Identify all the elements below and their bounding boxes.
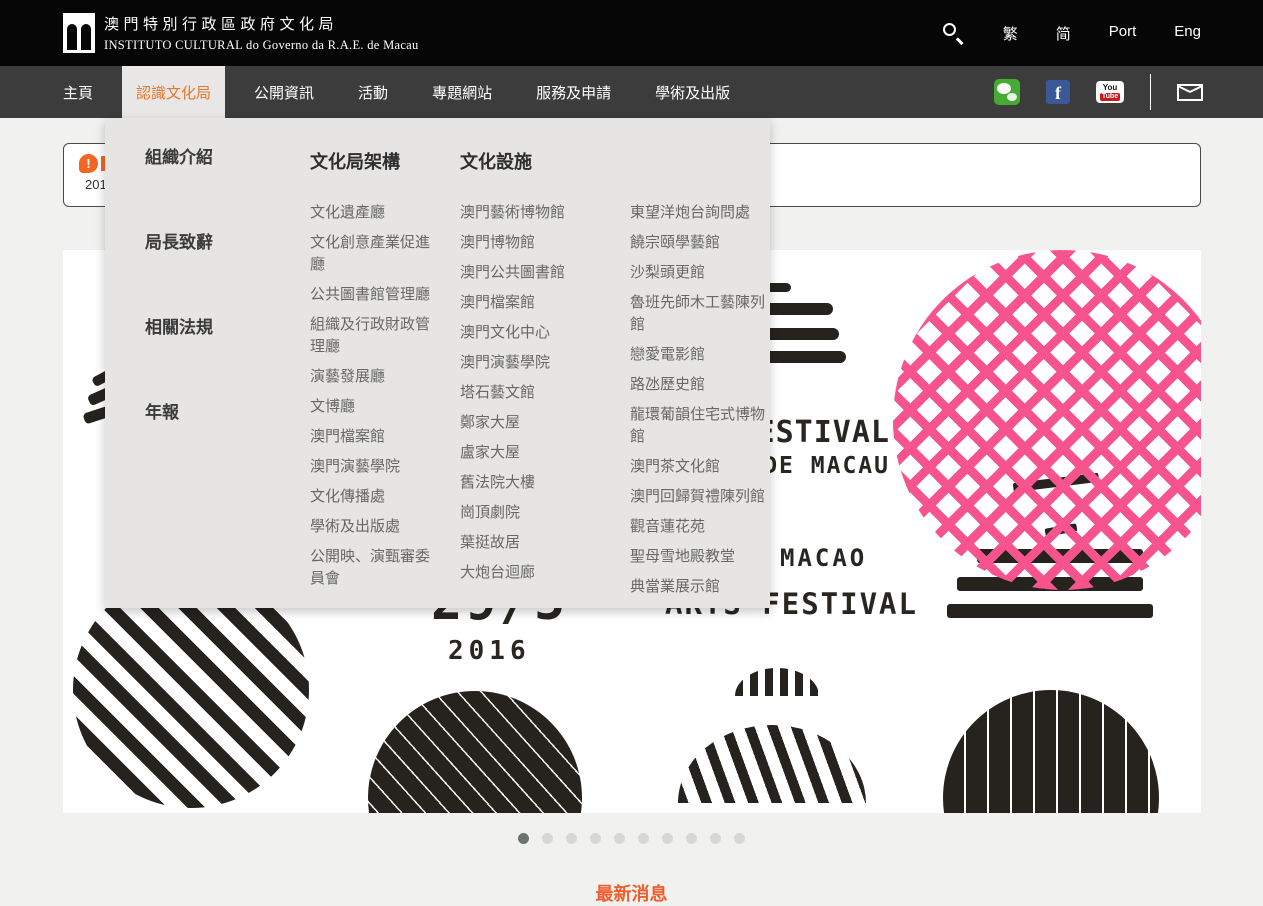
youtube-icon[interactable]: You Tube bbox=[1096, 81, 1124, 103]
logo-arch-icon bbox=[63, 13, 95, 53]
dropdown-item[interactable]: 路氹歷史館 bbox=[630, 374, 768, 396]
dropdown-column-list: 澳門藝術博物館澳門博物館澳門公共圖書館澳門檔案館澳門文化中心澳門演藝學院塔石藝文… bbox=[460, 202, 618, 592]
dropdown-item[interactable]: 聖母雪地殿教堂 bbox=[630, 546, 768, 568]
carousel-dot[interactable] bbox=[710, 833, 721, 844]
vertical-lined-circle bbox=[943, 690, 1159, 813]
nav-menu-item[interactable]: 活動 bbox=[343, 66, 403, 118]
nav-menu: 主頁認識文化局公開資訊活動專題網站服務及申請學術及出版 bbox=[63, 66, 759, 118]
carousel-dot[interactable] bbox=[638, 833, 649, 844]
dropdown-item[interactable]: 澳門檔案館 bbox=[310, 426, 438, 448]
nav-dropdown-menu: 組織介紹局長致辭相關法規年報 文化局架構 文化遺產廳文化創意產業促進廳公共圖書館… bbox=[105, 118, 770, 608]
main-navbar: 主頁認識文化局公開資訊活動專題網站服務及申請學術及出版 f You Tube bbox=[0, 66, 1263, 118]
carousel-dot[interactable] bbox=[590, 833, 601, 844]
language-option[interactable]: Eng bbox=[1174, 23, 1201, 44]
language-switcher: 繁 简 Port Eng bbox=[1003, 23, 1201, 44]
dropdown-column-list: 東望洋炮台詢問處饒宗頤學藝館沙梨頭更館魯班先師木工藝陳列館戀愛電影館路氹歷史館龍… bbox=[630, 202, 768, 606]
dropdown-item[interactable]: 文化創意產業促進廳 bbox=[310, 232, 438, 276]
dropdown-item[interactable]: 澳門茶文化館 bbox=[630, 456, 768, 478]
dropdown-item[interactable]: 葉挺故居 bbox=[460, 532, 618, 554]
dropdown-item[interactable]: 文博廳 bbox=[310, 396, 438, 418]
dropdown-item[interactable]: 大炮台迴廊 bbox=[460, 562, 618, 584]
dropdown-item[interactable]: 學術及出版處 bbox=[310, 516, 438, 538]
dropdown-item[interactable]: 演藝發展廳 bbox=[310, 366, 438, 388]
nav-menu-item[interactable]: 學術及出版 bbox=[640, 66, 745, 118]
carousel-pagination bbox=[0, 833, 1263, 844]
dropdown-item[interactable]: 戀愛電影館 bbox=[630, 344, 768, 366]
dropdown-item[interactable]: 魯班先師木工藝陳列館 bbox=[630, 292, 768, 336]
dropdown-item[interactable]: 澳門公共圖書館 bbox=[460, 262, 618, 284]
dropdown-item[interactable]: 饒宗頤學藝館 bbox=[630, 232, 768, 254]
dropdown-link[interactable]: 相關法規 bbox=[145, 316, 285, 340]
dropdown-item[interactable]: 澳門博物館 bbox=[460, 232, 618, 254]
dropdown-item[interactable]: 澳門檔案館 bbox=[460, 292, 618, 314]
nav-menu-item[interactable]: 服務及申請 bbox=[521, 66, 626, 118]
banner-text-macao: MACAO bbox=[780, 544, 867, 572]
carousel-dot[interactable] bbox=[686, 833, 697, 844]
dropdown-item[interactable]: 東望洋炮台詢問處 bbox=[630, 202, 768, 224]
dropdown-item[interactable]: 組織及行政財政管理廳 bbox=[310, 314, 438, 358]
dropdown-item[interactable]: 澳門演藝學院 bbox=[310, 456, 438, 478]
top-header: 澳門特別行政區政府文化局 INSTITUTO CULTURAL do Gover… bbox=[0, 0, 1263, 66]
nav-menu-item[interactable]: 主頁 bbox=[63, 66, 108, 118]
carousel-dot[interactable] bbox=[734, 833, 745, 844]
dropdown-link[interactable]: 局長致辭 bbox=[145, 231, 285, 255]
carousel-dot[interactable] bbox=[614, 833, 625, 844]
language-option[interactable]: 简 bbox=[1056, 23, 1071, 44]
dropdown-item[interactable]: 崗頂劇院 bbox=[460, 502, 618, 524]
dropdown-item[interactable]: 澳門演藝學院 bbox=[460, 352, 618, 374]
nav-menu-item[interactable]: 公開資訊 bbox=[239, 66, 329, 118]
carousel-dot[interactable] bbox=[542, 833, 553, 844]
email-icon[interactable] bbox=[1177, 84, 1203, 101]
dropdown-item[interactable]: 澳門藝術博物館 bbox=[460, 202, 618, 224]
stacked-bar bbox=[947, 604, 1153, 618]
dropdown-item[interactable]: 舊法院大樓 bbox=[460, 472, 618, 494]
pink-crosshatch-circle bbox=[893, 250, 1201, 590]
dropdown-link[interactable]: 年報 bbox=[145, 401, 285, 425]
site-title-zh: 澳門特別行政區政府文化局 bbox=[104, 13, 419, 34]
dropdown-item[interactable]: 沙梨頭更館 bbox=[630, 262, 768, 284]
small-dashed-dome bbox=[735, 668, 819, 696]
search-icon[interactable] bbox=[941, 21, 965, 45]
nav-menu-item[interactable]: 認識文化局 bbox=[122, 66, 225, 118]
dropdown-link[interactable]: 組織介紹 bbox=[145, 146, 285, 170]
dropdown-item[interactable]: 澳門文化中心 bbox=[460, 322, 618, 344]
dropdown-item[interactable]: 塔石藝文館 bbox=[460, 382, 618, 404]
dropdown-item[interactable]: 觀音蓮花苑 bbox=[630, 516, 768, 538]
dropdown-column-title[interactable]: 文化局架構 bbox=[310, 148, 438, 174]
facebook-icon[interactable]: f bbox=[1046, 80, 1070, 104]
dropdown-column-list: 文化遺產廳文化創意產業促進廳公共圖書館管理廳組織及行政財政管理廳演藝發展廳文博廳… bbox=[310, 202, 438, 598]
news-section-title: 最新消息 bbox=[0, 880, 1263, 906]
dropdown-item[interactable]: 龍環葡韻住宅式博物館 bbox=[630, 404, 768, 448]
language-option[interactable]: Port bbox=[1109, 23, 1137, 44]
carousel-dot[interactable] bbox=[518, 833, 529, 844]
dropdown-item[interactable]: 澳門回歸賀禮陳列館 bbox=[630, 486, 768, 508]
dropdown-item[interactable]: 文化傳播處 bbox=[310, 486, 438, 508]
banner-text-year: 2016 bbox=[448, 636, 531, 666]
carousel-dot[interactable] bbox=[566, 833, 577, 844]
carousel-dot[interactable] bbox=[662, 833, 673, 844]
social-divider bbox=[1150, 74, 1151, 110]
scratched-dark-circle bbox=[368, 691, 582, 813]
wechat-icon[interactable] bbox=[994, 79, 1020, 105]
site-title-pt: INSTITUTO CULTURAL do Governo da R.A.E. … bbox=[104, 38, 419, 53]
dropdown-item[interactable]: 公開映、演甄審委員會 bbox=[310, 546, 438, 590]
dropdown-item[interactable]: 鄭家大屋 bbox=[460, 412, 618, 434]
language-option[interactable]: 繁 bbox=[1003, 23, 1018, 44]
dropdown-quick-links: 組織介紹局長致辭相關法規年報 bbox=[145, 146, 285, 486]
alert-icon: ! bbox=[79, 154, 98, 173]
site-logo[interactable]: 澳門特別行政區政府文化局 INSTITUTO CULTURAL do Gover… bbox=[63, 13, 419, 53]
striped-dome bbox=[678, 725, 866, 803]
dropdown-item[interactable]: 典當業展示館 bbox=[630, 576, 768, 598]
dropdown-column-title[interactable]: 文化設施 bbox=[460, 148, 618, 174]
nav-menu-item[interactable]: 專題網站 bbox=[417, 66, 507, 118]
dropdown-item[interactable]: 盧家大屋 bbox=[460, 442, 618, 464]
dropdown-item[interactable]: 公共圖書館管理廳 bbox=[310, 284, 438, 306]
dropdown-item[interactable]: 文化遺產廳 bbox=[310, 202, 438, 224]
